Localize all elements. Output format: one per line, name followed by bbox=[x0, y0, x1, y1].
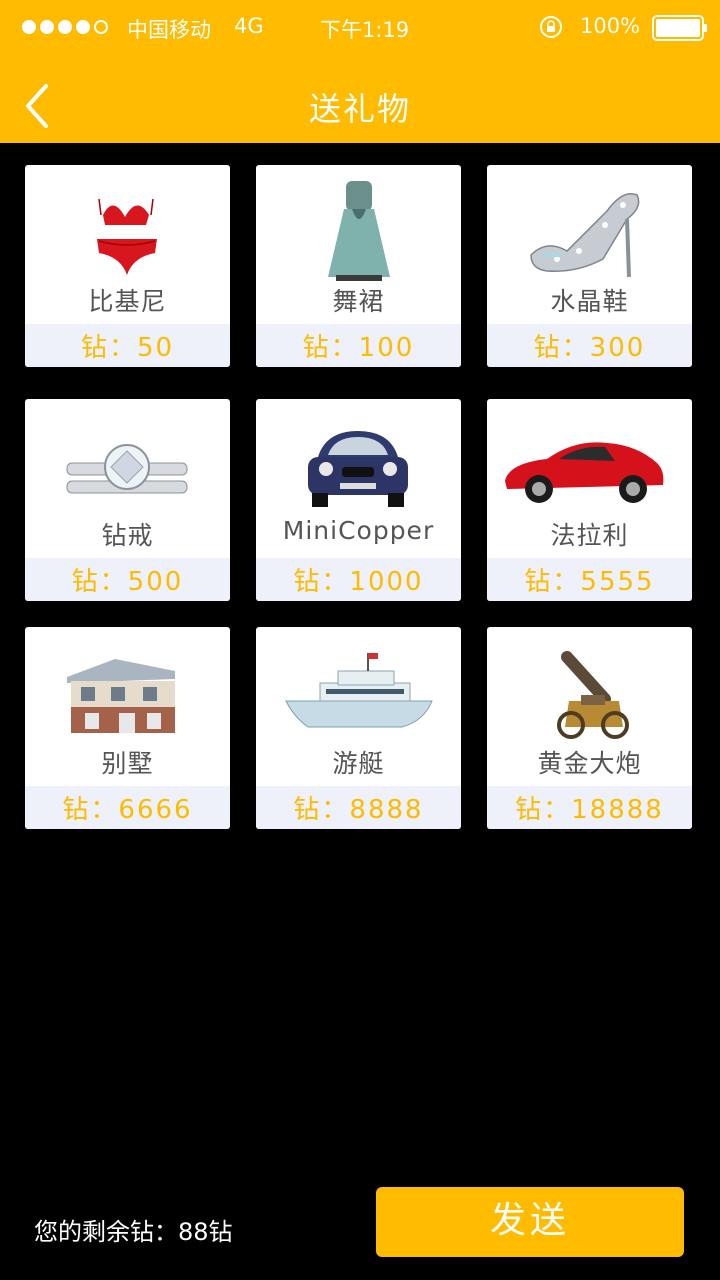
gift-name: 别墅 bbox=[101, 749, 154, 778]
gift-price: 钻：1000 bbox=[293, 567, 424, 597]
gift-name: 钻戒 bbox=[101, 521, 154, 550]
gift-price: 钻：50 bbox=[80, 333, 175, 363]
bikini-image bbox=[97, 198, 157, 275]
gift-price: 钻：18888 bbox=[515, 795, 664, 825]
gift-price: 钻：300 bbox=[533, 333, 646, 363]
crystal-shoe-image bbox=[530, 193, 640, 278]
gift-name: 舞裙 bbox=[332, 287, 385, 316]
rotation-lock-icon bbox=[540, 16, 562, 38]
yacht-image bbox=[285, 653, 433, 728]
page-title: 送礼物 bbox=[308, 90, 411, 128]
gift-price: 钻：500 bbox=[71, 567, 184, 597]
status-time: 下午1:19 bbox=[320, 18, 410, 42]
status-bar: 中国移动 4G 下午1:19 100% bbox=[0, 0, 720, 56]
gift-price: 钻：100 bbox=[302, 333, 415, 363]
carrier-label: 中国移动 bbox=[127, 18, 211, 42]
diamond-ring-image bbox=[66, 444, 188, 494]
signal-strength-icon bbox=[22, 20, 108, 34]
battery-percent: 100% bbox=[580, 14, 641, 38]
gift-card-bikini[interactable]: 比基尼 钻：50 bbox=[25, 165, 230, 367]
gift-name: 黄金大炮 bbox=[537, 749, 642, 778]
gift-name: 法拉利 bbox=[550, 521, 629, 550]
network-type: 4G bbox=[234, 14, 264, 38]
minicopper-image bbox=[308, 431, 408, 507]
gift-name: 游艇 bbox=[332, 749, 385, 778]
gift-card-yacht[interactable]: 游艇 钻：8888 bbox=[256, 627, 461, 829]
villa-image bbox=[67, 659, 175, 733]
golden-cannon-image bbox=[557, 651, 629, 739]
app-header: 中国移动 4G 下午1:19 100% 送礼物 bbox=[0, 0, 720, 143]
gift-price: 钻：6666 bbox=[62, 795, 193, 825]
gift-card-minicopper[interactable]: MiniCopper 钻：1000 bbox=[256, 399, 461, 601]
gift-card-ferrari[interactable]: 法拉利 钻：5555 bbox=[487, 399, 692, 601]
send-button[interactable]: 发送 bbox=[376, 1187, 684, 1257]
battery-icon bbox=[652, 15, 707, 41]
gift-price: 钻：8888 bbox=[293, 795, 424, 825]
gift-name: 比基尼 bbox=[88, 287, 167, 316]
remaining-diamonds-label: 您的剩余钻：88钻 bbox=[34, 1218, 233, 1246]
gift-card-crystal-shoe[interactable]: 水晶鞋 钻：300 bbox=[487, 165, 692, 367]
gift-card-villa[interactable]: 别墅 钻：6666 bbox=[25, 627, 230, 829]
dress-image bbox=[328, 181, 390, 281]
gift-name: MiniCopper bbox=[282, 516, 435, 545]
ferrari-image bbox=[505, 442, 664, 503]
gift-card-diamond-ring[interactable]: 钻戒 钻：500 bbox=[25, 399, 230, 601]
gift-name: 水晶鞋 bbox=[550, 287, 629, 316]
gift-card-dress[interactable]: 舞裙 钻：100 bbox=[256, 165, 461, 367]
gift-price: 钻：5555 bbox=[524, 567, 655, 597]
gift-card-golden-cannon[interactable]: 黄金大炮 钻：18888 bbox=[487, 627, 692, 829]
